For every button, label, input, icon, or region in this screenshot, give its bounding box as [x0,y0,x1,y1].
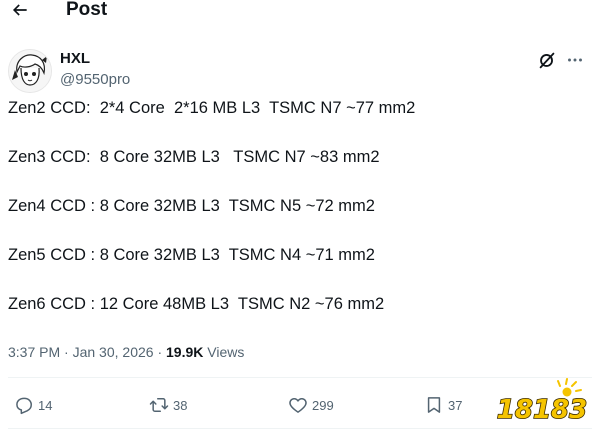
bookmark-count: 37 [448,397,463,413]
post-line: Zen2 CCD: 2*4 Core 2*16 MB L3 TSMC N7 ~7… [8,99,416,117]
like-count: 299 [312,397,334,413]
page-title: Post [66,0,108,20]
author-name[interactable]: HXL [60,50,90,68]
heart-icon [289,397,307,413]
reply-button[interactable]: 14 [14,394,52,416]
divider [8,428,592,429]
arrow-left-icon [12,4,27,16]
reply-icon [16,397,32,415]
post-line: Zen5 CCD : 8 Core 32MB L3 TSMC N4 ~71 mm… [8,246,375,264]
grok-icon [539,52,555,69]
post-meta: 3:37 PM · Jan 30, 2026 · 19.9K Views [8,343,244,361]
top-bar: Post [0,0,600,26]
post-time[interactable]: 3:37 PM [8,344,60,360]
repost-button[interactable]: 38 [149,394,187,416]
meta-separator: · [60,344,73,360]
post-line: Zen3 CCD: 8 Core 32MB L3 TSMC N7 ~83 mm2 [8,148,380,166]
bookmark-button[interactable]: 37 [424,394,462,416]
views-count: 19.9K [166,344,204,360]
anime-avatar-icon [9,50,51,92]
repost-count: 38 [173,397,188,413]
watermark-18183-icon: 18183 [496,378,588,426]
post-line: Zen6 CCD : 12 Core 48MB L3 TSMC N2 ~76 m… [8,295,385,313]
post-line: Zen4 CCD : 8 Core 32MB L3 TSMC N5 ~72 mm… [8,197,375,215]
reply-count: 14 [38,397,53,413]
like-button[interactable]: 299 [288,394,334,416]
watermark-logo: 18183 [492,372,592,428]
avatar[interactable] [8,49,52,93]
more-horizontal-icon [568,58,582,62]
more-button[interactable] [563,49,587,71]
post-text: Zen2 CCD: 2*4 Core 2*16 MB L3 TSMC N7 ~7… [8,98,593,343]
post-date[interactable]: Jan 30, 2026 [73,344,154,360]
meta-separator: · [153,344,167,360]
back-button[interactable] [10,0,34,22]
grok-button[interactable] [536,49,558,71]
repost-icon [149,398,169,412]
bookmark-icon [427,397,441,413]
author-handle[interactable]: @9550pro [60,71,130,89]
views-label: Views [203,344,245,360]
svg-text:18183: 18183 [497,395,587,425]
